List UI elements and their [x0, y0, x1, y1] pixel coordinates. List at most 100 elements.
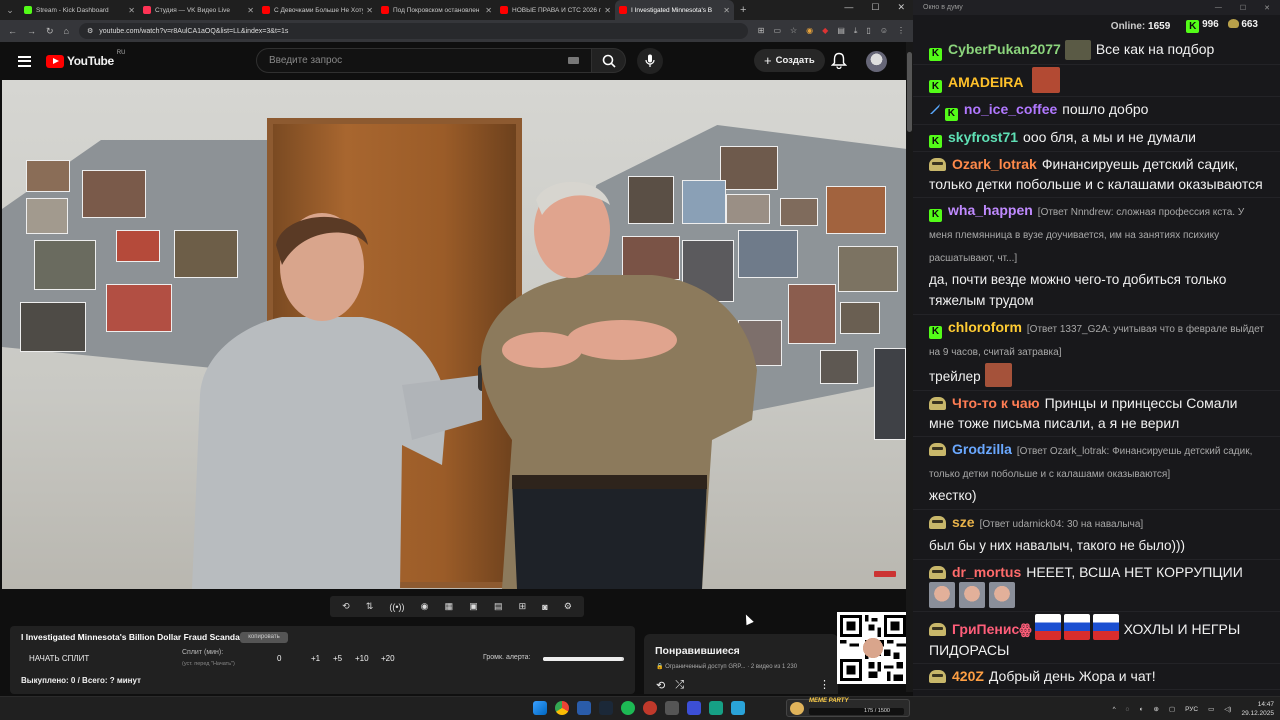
loop-icon[interactable]: ⟲ [342, 601, 350, 612]
page-scrollbar[interactable] [906, 42, 913, 692]
app-icon[interactable] [665, 701, 679, 715]
loop-playlist-icon[interactable]: ⟲ [656, 679, 665, 692]
extension-icon[interactable]: ▤ [837, 26, 845, 36]
tray-app-icon[interactable]: ◐ [1140, 706, 1144, 713]
frames-icon[interactable]: ▤ [494, 601, 503, 612]
chat-username[interactable]: Что-то к чаю [952, 395, 1040, 411]
chat-username[interactable]: Ozark_lotrak [952, 156, 1037, 172]
site-info-icon[interactable]: ⚙ [87, 27, 93, 35]
browser-tab[interactable]: Stream - Kick Dashboard ✕ [20, 0, 139, 20]
back-icon[interactable]: ← [8, 26, 17, 36]
chat-username[interactable]: skyfrost71 [948, 129, 1018, 145]
start-split-button[interactable]: НАЧАТЬ СПЛИТ [29, 654, 89, 663]
tab-close-icon[interactable]: ✕ [485, 6, 492, 15]
tray-app-icon[interactable]: ▢ [1169, 705, 1175, 713]
browser-tab[interactable]: Под Покровском остановлен ✕ [377, 0, 496, 20]
translate-icon[interactable]: ⊞ [758, 26, 765, 36]
playlist-title[interactable]: Понравившиеся [655, 645, 740, 657]
browser-tab[interactable]: I Investigated Minnesota's B ✕ [615, 0, 734, 20]
chat-username[interactable]: AMADEIRA [948, 74, 1023, 90]
app-icon[interactable] [709, 701, 723, 715]
notifications-bell-icon[interactable] [831, 52, 847, 69]
screenshot-camera-icon[interactable]: ◙ [542, 602, 547, 612]
shuffle-icon[interactable]: ⤮ [675, 679, 684, 692]
chat-username[interactable]: no_ice_coffee [964, 101, 1057, 117]
chat-username[interactable]: wha_happen [948, 202, 1033, 218]
tray-app-icon[interactable]: ◌ [1126, 706, 1130, 713]
more-options-icon[interactable]: ⋮ [819, 678, 830, 691]
reload-icon[interactable]: ↻ [46, 26, 54, 37]
maximize-icon[interactable]: ☐ [1240, 4, 1246, 12]
increment-button[interactable]: +20 [381, 654, 395, 663]
tab-search-icon[interactable]: ⌄ [0, 5, 20, 16]
search-button[interactable] [592, 48, 626, 73]
maximize-icon[interactable]: ☐ [871, 2, 879, 13]
home-icon[interactable]: ⌂ [64, 26, 69, 36]
download-icon[interactable]: ⤓ [854, 26, 858, 36]
browser-tab[interactable]: НОВЫЕ ПРАВА И СТС 2026 г. ✕ [496, 0, 615, 20]
copy-badge[interactable]: копировать [240, 632, 288, 643]
chat-username[interactable]: chloroform [948, 319, 1022, 335]
keyboard-icon[interactable] [568, 57, 579, 64]
spotify-icon[interactable] [621, 701, 635, 715]
bookmark-star-icon[interactable]: ☆ [790, 26, 797, 36]
tray-app-icon[interactable]: ⊕ [1153, 705, 1158, 713]
chat-username[interactable]: CyberPukan2077 [948, 41, 1061, 57]
minimize-icon[interactable]: — [1215, 4, 1222, 12]
settings-gear-icon[interactable]: ⚙ [564, 601, 572, 612]
profile-icon[interactable]: ☺ [880, 26, 888, 36]
extension-icon[interactable]: ◆ [822, 26, 828, 36]
alert-volume-slider[interactable] [543, 657, 624, 661]
clock[interactable]: 14:47 29.12.2025 [1241, 700, 1274, 718]
increment-button[interactable]: +10 [355, 654, 369, 663]
telegram-icon[interactable] [731, 701, 745, 715]
sort-icon[interactable]: ⇅ [366, 601, 374, 612]
tab-close-icon[interactable]: ✕ [247, 6, 254, 15]
hamburger-menu-icon[interactable] [18, 55, 31, 67]
broadcast-icon[interactable]: ((•)) [389, 602, 404, 612]
chat-username[interactable]: 420Z [952, 668, 984, 684]
clapper-icon[interactable]: ▦ [445, 601, 454, 612]
tab-close-icon[interactable]: ✕ [604, 6, 611, 15]
volume-icon[interactable]: ◁) [1224, 705, 1231, 713]
voice-search-button[interactable] [637, 48, 663, 74]
increment-button[interactable]: +1 [311, 654, 320, 663]
search-input[interactable]: Введите запрос [256, 48, 592, 73]
close-icon[interactable]: ✕ [1264, 4, 1270, 12]
chat-message-list[interactable]: K CyberPukan2077 Все как на подбор K AMADEIR… [913, 37, 1280, 690]
tray-chevron-icon[interactable]: ^ [1113, 706, 1116, 713]
close-icon[interactable]: ✕ [897, 2, 905, 13]
language-indicator[interactable]: РУС [1185, 706, 1198, 713]
app-icon[interactable] [643, 701, 657, 715]
split-value[interactable]: 0 [277, 654, 281, 663]
windows-start-icon[interactable] [533, 701, 547, 715]
youtube-logo[interactable]: YouTube RU [46, 50, 125, 68]
video-player[interactable] [2, 80, 906, 589]
add-clip-icon[interactable]: ⊞ [519, 601, 527, 612]
new-tab-button[interactable]: + [740, 4, 746, 16]
browser-tab[interactable]: Студия — VK Видео Live ✕ [139, 0, 258, 20]
tab-close-icon[interactable]: ✕ [366, 6, 373, 15]
menu-icon[interactable]: ⋮ [897, 26, 905, 36]
minimize-icon[interactable]: — [844, 2, 853, 13]
cast-icon[interactable]: ▭ [773, 26, 781, 36]
tab-close-icon[interactable]: ✕ [128, 6, 135, 15]
forward-icon[interactable]: → [27, 26, 36, 36]
browser-tab[interactable]: С Девочками Больше Не Хоту ✕ [258, 0, 377, 20]
meme-party-widget[interactable]: MEME PARTY 175 / 1500 [786, 698, 910, 717]
extension-icon[interactable]: ◉ [806, 26, 813, 36]
steam-icon[interactable] [599, 701, 613, 715]
create-button[interactable]: + Создать [754, 49, 825, 72]
frame-icon[interactable]: ▣ [469, 601, 478, 612]
address-bar[interactable]: ⚙ youtube.com/watch?v=r8AulCA1aOQ&list=L… [78, 23, 748, 39]
app-icon[interactable] [577, 701, 591, 715]
chat-username[interactable]: Grodzilla [952, 441, 1012, 457]
network-icon[interactable]: ▭ [1208, 705, 1214, 713]
user-avatar[interactable] [866, 51, 887, 72]
tab-close-icon[interactable]: ✕ [723, 6, 730, 15]
chrome-icon[interactable] [555, 701, 569, 715]
sidepanel-icon[interactable]: ▯ [866, 26, 870, 36]
increment-button[interactable]: +5 [333, 654, 342, 663]
chat-username[interactable]: sze [952, 514, 975, 530]
media-player-icon[interactable] [687, 701, 701, 715]
